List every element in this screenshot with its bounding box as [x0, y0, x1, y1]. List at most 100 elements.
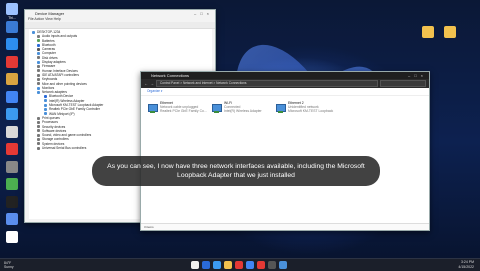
taskbar-app-icon[interactable] — [245, 261, 254, 269]
app-icon — [6, 195, 18, 208]
video-caption: As you can see, I now have three network… — [92, 156, 380, 186]
status-bar: 3 items — [141, 223, 429, 230]
desktop-icon-label: Thi... — [8, 16, 16, 20]
adapter-device: Microsoft KM-TEST Loopback — [288, 109, 334, 113]
search-input[interactable] — [380, 80, 426, 87]
device-icon — [32, 30, 35, 34]
app-icon — [6, 178, 18, 190]
network-connections-titlebar[interactable]: Network Connections –□× — [141, 72, 429, 79]
desktop-icon[interactable] — [2, 125, 22, 139]
adapter-device: Realtek PCIe GbE Family Co... — [160, 109, 207, 113]
desktop-icon[interactable] — [2, 90, 22, 104]
device-icon — [44, 99, 47, 103]
network-adapter-icon — [147, 103, 158, 113]
clock-date: 4/15/2022 — [458, 264, 474, 269]
folder-icon[interactable] — [418, 26, 438, 39]
app-icon — [6, 38, 18, 50]
desktop-icon[interactable] — [2, 55, 22, 69]
device-icon — [37, 125, 40, 129]
network-adapter[interactable]: Wi-Fi Connected Intel(R) Wireless Adapter — [211, 101, 273, 117]
device-icon — [37, 129, 40, 133]
device-icon — [37, 138, 40, 142]
toolbar[interactable] — [25, 22, 215, 29]
app-icon — [6, 230, 18, 243]
device-icon — [37, 47, 40, 51]
folder-shape — [444, 26, 456, 38]
desktop-icon[interactable] — [2, 230, 22, 244]
desktop-icon[interactable] — [2, 160, 22, 174]
device-icon — [37, 52, 40, 56]
device-icon — [37, 34, 40, 38]
window-controls[interactable]: –□× — [194, 10, 213, 17]
network-adapter[interactable]: Ethernet 2 Unidentified network Microsoft … — [275, 101, 337, 117]
taskbar-app-icon[interactable] — [212, 261, 221, 269]
address-bar[interactable]: ← → Control Panel > Network and Internet… — [141, 79, 429, 88]
app-icon — [6, 143, 18, 155]
device-icon — [37, 73, 40, 77]
device-icon — [44, 95, 47, 99]
taskbar-app-icon[interactable] — [267, 261, 276, 269]
app-icon — [6, 73, 18, 85]
back-arrow-icon[interactable]: ← — [144, 81, 148, 86]
app-icon — [6, 108, 18, 120]
app-icon — [6, 55, 18, 68]
device-icon — [37, 146, 40, 150]
app-icon — [6, 160, 18, 173]
device-icon — [37, 43, 40, 47]
device-icon — [37, 142, 40, 146]
taskbar: 84°F Sunny 3:24 PM 4/15/2022 — [0, 258, 480, 271]
device-icon — [37, 133, 40, 137]
app-icon — [6, 213, 18, 225]
folder-shape — [422, 26, 434, 38]
desktop-icon[interactable] — [2, 20, 22, 34]
desktop-icon[interactable] — [2, 143, 22, 156]
app-icon — [6, 125, 18, 138]
device-icon — [37, 39, 40, 43]
device-icon — [37, 120, 40, 124]
network-adapter[interactable]: Ethernet Network cable unplugged Realtek P… — [147, 101, 209, 117]
address-path[interactable]: Control Panel > Network and Internet > N… — [156, 80, 378, 87]
device-icon — [37, 65, 40, 69]
device-icon — [37, 69, 40, 73]
desktop-icon[interactable] — [2, 73, 22, 86]
clock-time: 3:24 PM — [460, 260, 474, 264]
folder-icon[interactable] — [440, 26, 460, 39]
desktop-icon[interactable] — [2, 213, 22, 226]
window-controls[interactable]: –□× — [408, 72, 427, 79]
taskbar-app-icon[interactable] — [256, 261, 265, 269]
taskbar-app-icon[interactable] — [223, 261, 232, 269]
weather-condition: Sunny — [4, 265, 14, 269]
desktop-icon[interactable] — [2, 195, 22, 209]
app-icon — [6, 90, 18, 103]
network-connections-window[interactable]: Network Connections –□× ← → Control Pane… — [140, 71, 430, 231]
network-connections-body: ← → Control Panel > Network and Internet… — [141, 79, 429, 230]
device-manager-titlebar[interactable]: Device Manager –□× — [25, 10, 215, 17]
desktop-icon[interactable] — [2, 178, 22, 191]
app-icon — [6, 20, 18, 33]
window-title: Network Connections — [151, 73, 190, 78]
network-adapter-icon — [275, 103, 286, 113]
system-tray-clock[interactable]: 3:24 PM 4/15/2022 — [458, 260, 474, 269]
start-button[interactable] — [190, 261, 199, 269]
device-icon — [44, 107, 47, 111]
weather-widget[interactable]: 84°F Sunny — [4, 261, 14, 269]
adapter-device: Intel(R) Wireless Adapter — [224, 109, 262, 113]
device-icon — [37, 90, 40, 94]
device-icon — [44, 112, 47, 116]
forward-arrow-icon[interactable]: → — [150, 81, 154, 86]
network-adapter-icon — [211, 103, 222, 113]
adapter-cable-shape — [150, 111, 155, 113]
organize-button[interactable]: Organize ▾ — [141, 88, 429, 96]
taskbar-app-icon[interactable] — [201, 261, 210, 269]
desktop-icon[interactable] — [2, 38, 22, 51]
device-icon — [44, 103, 47, 107]
device-icon — [37, 77, 40, 81]
device-icon — [37, 86, 40, 90]
taskbar-app-icon[interactable] — [234, 261, 243, 269]
window-title: Device Manager — [35, 11, 65, 16]
desktop-icon[interactable]: Thi... — [2, 3, 22, 20]
desktop-icon[interactable] — [2, 108, 22, 121]
taskbar-app-icon[interactable] — [278, 261, 287, 269]
device-icon — [37, 116, 40, 120]
adapter-cable-shape — [278, 111, 283, 113]
